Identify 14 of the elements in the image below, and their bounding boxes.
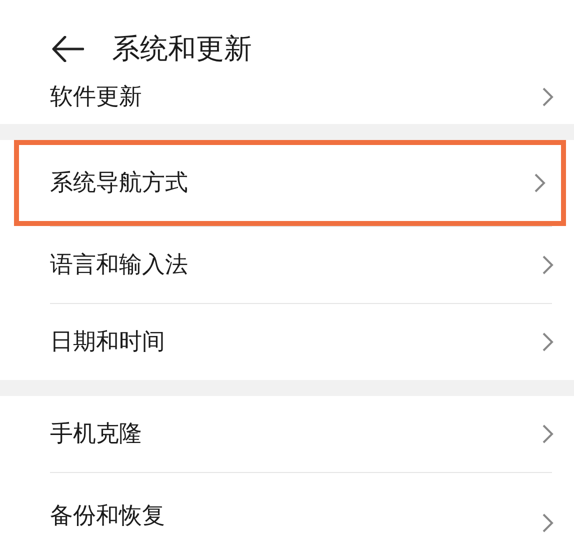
chevron-icon	[534, 173, 546, 193]
chevron-icon	[542, 424, 554, 444]
menu-item[interactable]: 备份和恢复	[0, 473, 574, 535]
menu-item[interactable]: 日期和时间	[0, 304, 574, 380]
chevron-icon	[542, 513, 554, 533]
menu-item[interactable]: 软件更新	[0, 70, 574, 124]
chevron-icon	[542, 87, 554, 107]
menu-item[interactable]: 手机克隆	[0, 396, 574, 472]
page-title: 系统和更新	[112, 31, 252, 67]
chevron-icon	[542, 255, 554, 275]
highlighted-menu-item[interactable]: 系统导航方式	[14, 140, 566, 226]
back-icon[interactable]	[52, 36, 84, 62]
chevron-icon	[542, 332, 554, 352]
menu-item[interactable]: 语言和输入法	[0, 227, 574, 303]
